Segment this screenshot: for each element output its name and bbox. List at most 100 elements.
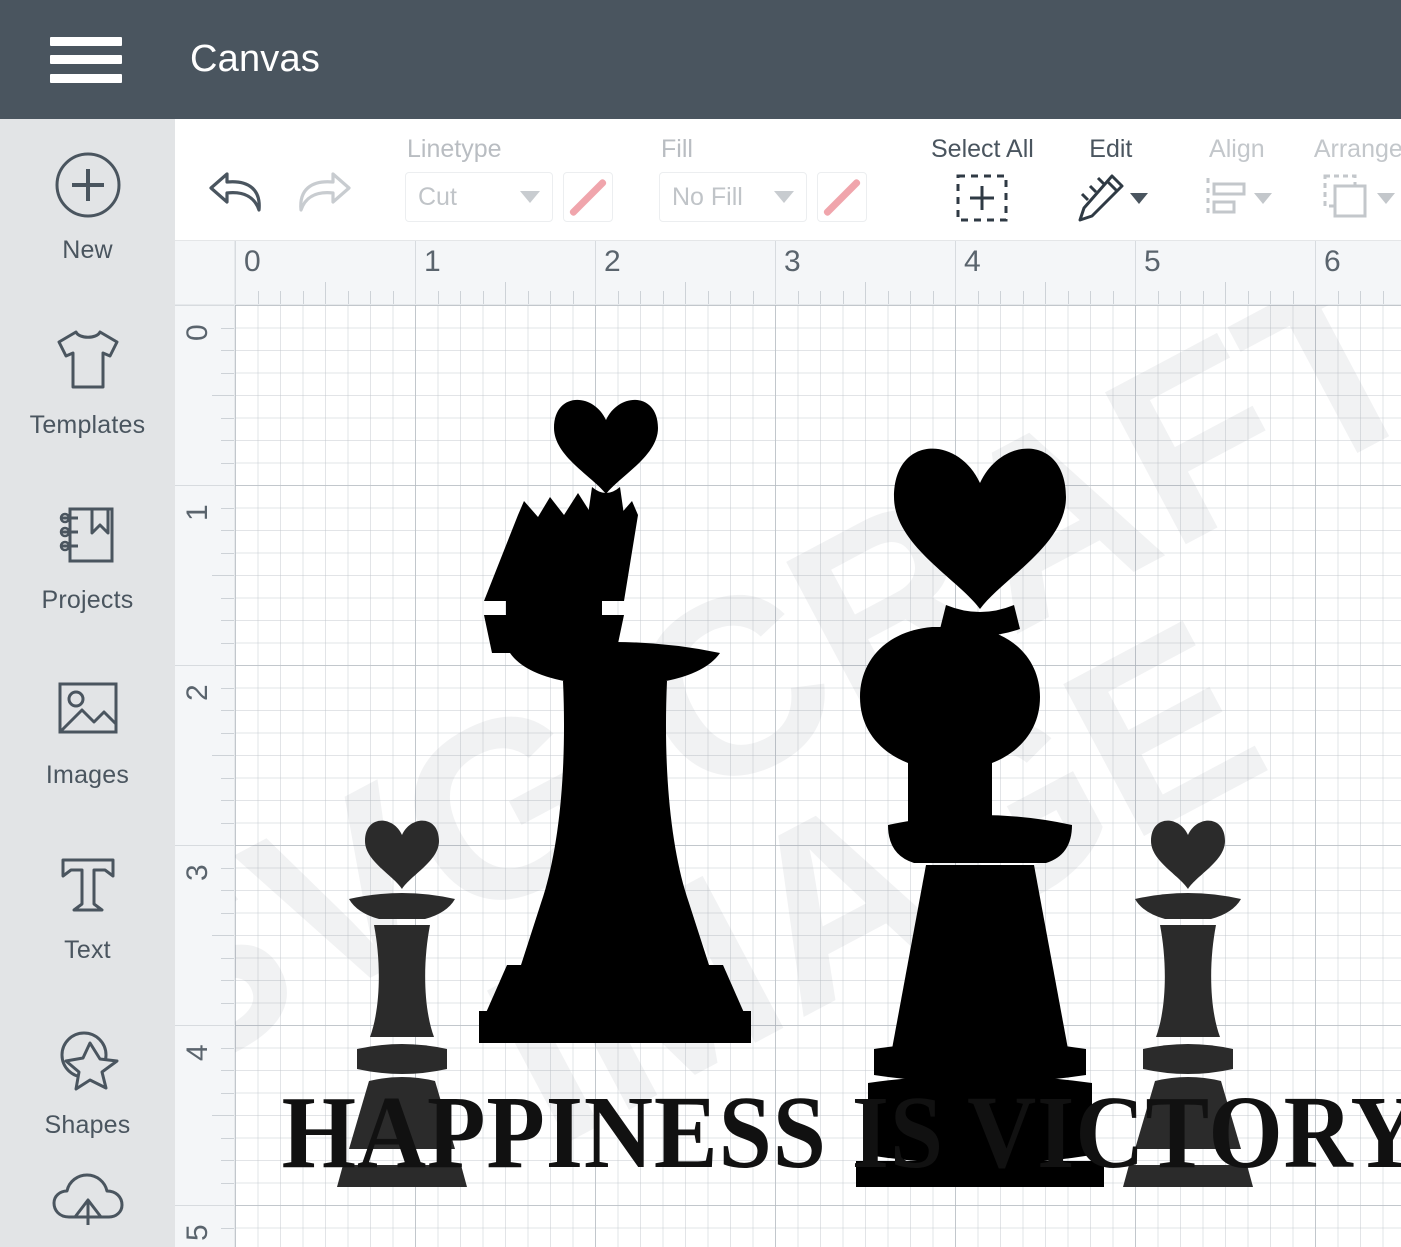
ruler-minor-tick: [662, 291, 664, 304]
undo-button[interactable]: [205, 166, 267, 218]
linetype-color-swatch[interactable]: [563, 172, 613, 222]
canvas-toolbar: Linetype Cut Fill No Fill Select All Edi…: [175, 119, 1401, 241]
linetype-select[interactable]: Cut: [405, 172, 553, 222]
chevron-down-icon[interactable]: [1377, 192, 1396, 204]
ruler-minor-tick: [527, 291, 529, 304]
redo-button[interactable]: [293, 166, 355, 218]
ruler-label: 2: [604, 245, 621, 278]
chevron-down-icon[interactable]: [1253, 192, 1272, 204]
ruler-minor-tick: [1360, 291, 1361, 304]
ruler-minor-tick: [505, 282, 506, 304]
hamburger-menu-icon[interactable]: [50, 36, 122, 83]
ruler-minor-tick: [865, 282, 866, 304]
ruler-minor-tick: [257, 291, 259, 304]
ruler-minor-tick: [212, 1115, 234, 1116]
ruler-minor-tick: [325, 282, 326, 304]
ruler-minor-tick: [221, 1137, 234, 1139]
ruler-minor-tick: [221, 597, 234, 599]
ruler-minor-tick: [437, 291, 439, 304]
ruler-minor-tick: [221, 1227, 234, 1229]
page-title: Canvas: [190, 38, 321, 80]
sidebar-item-upload[interactable]: [0, 1169, 175, 1229]
ruler-minor-tick: [1270, 291, 1271, 304]
ruler-minor-tick: [1067, 291, 1069, 304]
sidebar-item-label: Projects: [41, 586, 134, 614]
plus-circle-icon: [52, 148, 124, 222]
chevron-down-icon[interactable]: [1129, 192, 1148, 204]
ruler-minor-tick: [221, 912, 234, 914]
ruler-minor-tick: [797, 291, 799, 304]
sidebar-item-label: Shapes: [44, 1111, 131, 1139]
no-color-slash-icon: [568, 177, 608, 217]
ruler-minor-tick: [221, 1047, 234, 1049]
ruler-minor-tick: [221, 800, 234, 801]
ruler-minor-tick: [221, 687, 234, 689]
horizontal-ruler: 0 1 2 3 4 5 6: [235, 241, 1401, 305]
vertical-ruler: 0 1 2 3 4 5: [175, 305, 235, 1247]
fill-value: No Fill: [672, 182, 743, 211]
ruler-minor-tick: [820, 291, 821, 304]
ruler-minor-tick: [1090, 291, 1091, 304]
arrange-button[interactable]: Arrange: [1314, 135, 1401, 240]
ruler-minor-tick: [221, 620, 234, 621]
ruler-label: 3: [181, 864, 214, 881]
ruler-major-tick: [235, 241, 236, 304]
ruler-minor-tick: [221, 462, 234, 464]
ruler-major-tick: [175, 305, 234, 306]
edit-pencil-icon: [1074, 172, 1148, 224]
ruler-minor-tick: [1000, 291, 1001, 304]
ruler-major-tick: [175, 665, 234, 666]
ruler-major-tick: [595, 241, 596, 304]
sidebar-item-shapes[interactable]: Shapes: [0, 994, 175, 1169]
ruler-minor-tick: [221, 1160, 234, 1161]
ruler-minor-tick: [280, 291, 281, 304]
sidebar-item-new[interactable]: New: [0, 119, 175, 294]
design-canvas[interactable]: SVG CRAFT IMAGE: [235, 305, 1401, 1247]
align-button[interactable]: Align: [1202, 135, 1272, 240]
edit-button[interactable]: Edit: [1074, 135, 1148, 240]
ruler-major-tick: [1315, 241, 1316, 304]
ruler-minor-tick: [212, 575, 234, 576]
no-color-slash-icon: [822, 177, 862, 217]
align-label: Align: [1209, 135, 1265, 163]
ruler-minor-tick: [977, 291, 979, 304]
ruler-minor-tick: [707, 291, 709, 304]
ruler-minor-tick: [1247, 291, 1249, 304]
ruler-minor-tick: [221, 417, 234, 419]
ruler-label: 5: [1144, 245, 1161, 278]
ruler-minor-tick: [1045, 282, 1046, 304]
ruler-minor-tick: [842, 291, 844, 304]
fill-color-swatch[interactable]: [817, 172, 867, 222]
fill-select[interactable]: No Fill: [659, 172, 807, 222]
sidebar-item-label: New: [62, 236, 113, 264]
ruler-corner: [175, 241, 235, 305]
artwork-phrase[interactable]: HAPPINESS IS VICTORY: [282, 1073, 1401, 1192]
ruler-major-tick: [175, 1025, 234, 1026]
ruler-major-tick: [1135, 241, 1136, 304]
edit-label: Edit: [1089, 135, 1133, 163]
select-all-label: Select All: [931, 135, 1034, 163]
sidebar-item-label: Images: [45, 761, 130, 789]
ruler-major-tick: [175, 845, 234, 846]
sidebar-item-projects[interactable]: Projects: [0, 469, 175, 644]
sidebar-item-label: Templates: [29, 411, 146, 439]
sidebar-item-templates[interactable]: Templates: [0, 294, 175, 469]
ruler-major-tick: [955, 241, 956, 304]
select-all-button[interactable]: Select All: [931, 135, 1034, 240]
ruler-minor-tick: [221, 777, 234, 779]
ruler-minor-tick: [221, 867, 234, 869]
ruler-minor-tick: [221, 350, 234, 351]
ruler-minor-tick: [550, 291, 551, 304]
ruler-label: 1: [181, 504, 214, 521]
chevron-down-icon: [774, 191, 794, 203]
sidebar-item-images[interactable]: Images: [0, 644, 175, 819]
sidebar-item-text[interactable]: Text: [0, 819, 175, 994]
ruler-minor-tick: [221, 552, 234, 554]
arrange-layers-icon: [1321, 172, 1396, 224]
ruler-minor-tick: [460, 291, 461, 304]
image-icon: [52, 673, 124, 747]
select-all-icon: [954, 172, 1010, 224]
ruler-major-tick: [775, 241, 776, 304]
ruler-minor-tick: [221, 980, 234, 981]
ruler-minor-tick: [685, 282, 686, 304]
